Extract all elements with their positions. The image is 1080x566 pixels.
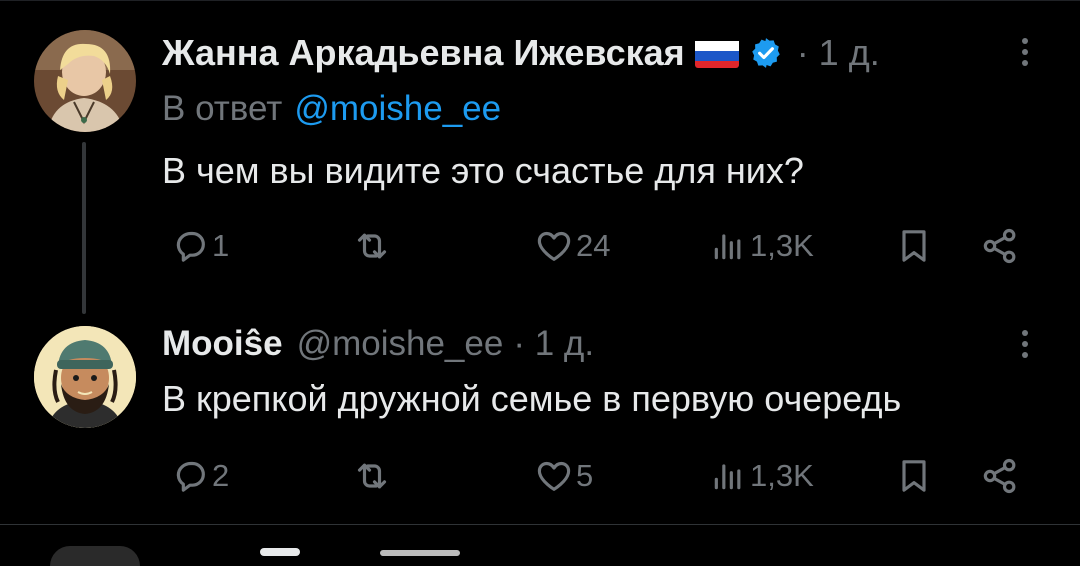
tweet1-header: Жанна Аркадьевна Ижевская · 1 д. <box>162 28 880 78</box>
retweet-icon <box>357 233 387 259</box>
reply-icon <box>176 461 205 492</box>
tweet2-header: Mooiŝe @moishe_ee · 1 д. <box>162 320 594 368</box>
reply-icon <box>176 231 205 262</box>
tweet2-text: В крепкой дружной семье в первую очередь <box>162 378 902 419</box>
reply-button[interactable]: 2 <box>170 452 229 500</box>
like-count: 5 <box>576 458 594 493</box>
views-count: 1,3K <box>750 458 814 493</box>
views-button[interactable]: 1,3K <box>708 452 814 500</box>
share-button[interactable] <box>980 452 1020 500</box>
share-icon <box>983 458 1016 494</box>
avatar-zhanna-image <box>34 30 136 132</box>
reply-count: 1 <box>212 228 230 263</box>
tweet2-action-bar: 2 5 1,3K <box>162 452 1032 500</box>
tweet2-author-name[interactable]: Mooiŝe <box>162 324 283 364</box>
tweet2-handle[interactable]: @moishe_ee <box>297 324 504 364</box>
tweet1-more-options-icon[interactable] <box>1015 38 1035 78</box>
like-button[interactable]: 24 <box>534 222 610 270</box>
tweet1-author-name[interactable]: Жанна Аркадьевна Ижевская <box>162 32 685 74</box>
bookmark-icon <box>902 230 926 262</box>
bookmark-button[interactable] <box>894 222 934 270</box>
next-tweet-avatar-partial <box>50 546 140 566</box>
tweet1-reply-context: В ответ @moishe_ee <box>162 86 501 132</box>
reply-handle-link[interactable]: @moishe_ee <box>294 89 501 129</box>
retweet-button[interactable] <box>352 452 392 500</box>
views-chart-icon <box>714 234 741 260</box>
share-button[interactable] <box>980 222 1020 270</box>
tweet2-timestamp[interactable]: · 1 д. <box>513 324 594 364</box>
reply-count: 2 <box>212 458 230 493</box>
views-count: 1,3K <box>750 228 814 263</box>
tweet1-action-bar: 1 24 1,3K <box>162 222 1032 270</box>
bookmark-button[interactable] <box>894 452 934 500</box>
next-tweet-text-partial <box>380 550 460 556</box>
heart-icon <box>537 461 571 491</box>
views-chart-icon <box>714 464 741 490</box>
like-count: 24 <box>576 228 611 263</box>
tweet1-text: В чем вы видите это счастье для них? <box>162 150 804 191</box>
bookmark-icon <box>902 460 926 492</box>
retweet-icon <box>357 463 387 489</box>
avatar-mooise-image <box>34 326 136 428</box>
share-icon <box>983 228 1016 264</box>
russia-flag-icon <box>694 38 739 68</box>
reply-prefix-text: В ответ <box>162 89 283 128</box>
reply-button[interactable]: 1 <box>170 222 229 270</box>
tweet1-timestamp[interactable]: · 1 д. <box>797 32 880 74</box>
retweet-button[interactable] <box>352 222 392 270</box>
top-divider <box>0 0 1080 1</box>
verified-badge-icon[interactable] <box>749 36 783 70</box>
thread-connector-line <box>82 142 86 314</box>
views-button[interactable]: 1,3K <box>708 222 814 270</box>
tweet2-more-options-icon[interactable] <box>1015 330 1035 370</box>
heart-icon <box>537 231 571 261</box>
avatar-mooise[interactable] <box>34 326 136 428</box>
avatar-zhanna[interactable] <box>34 30 136 132</box>
like-button[interactable]: 5 <box>534 452 593 500</box>
bottom-divider <box>0 524 1080 525</box>
